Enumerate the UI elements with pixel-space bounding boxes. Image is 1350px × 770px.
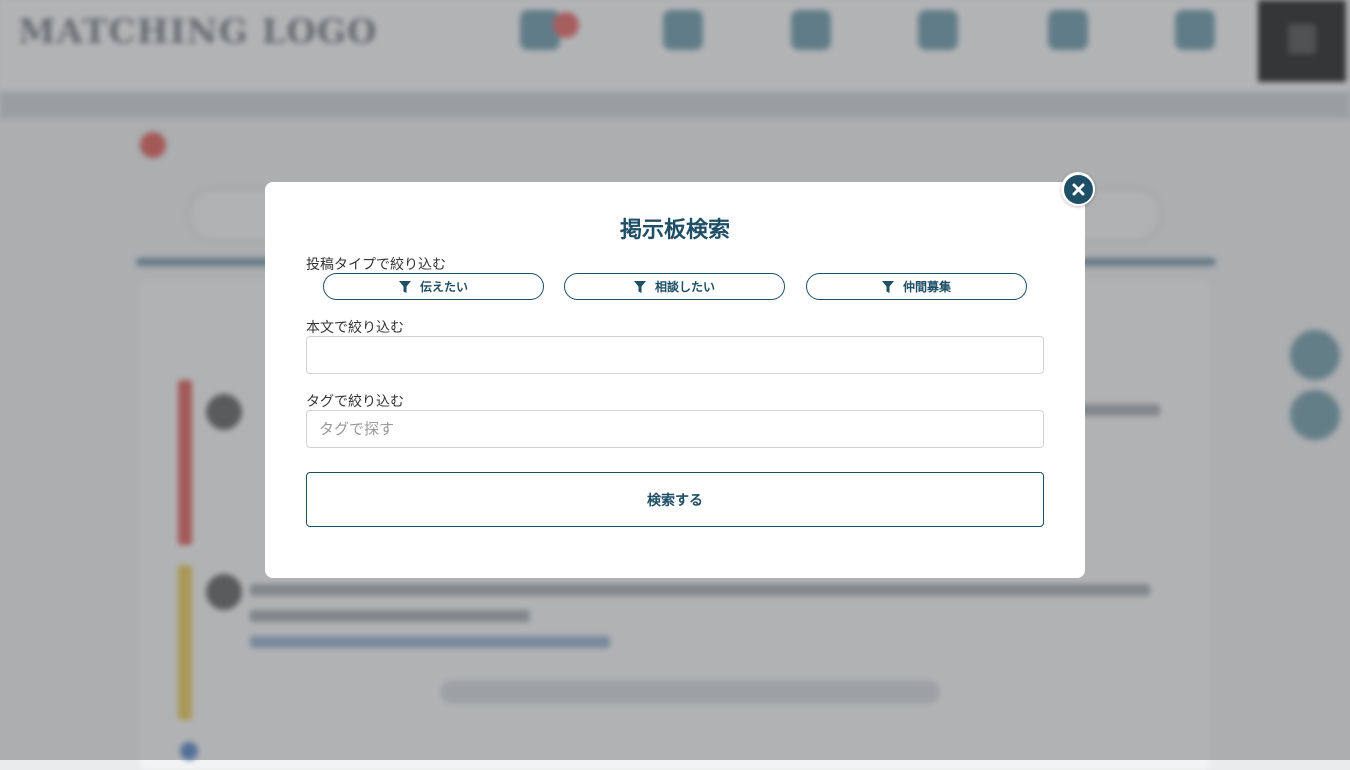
type-button-tell[interactable]: 伝えたい bbox=[323, 273, 544, 300]
body-filter-label: 本文で絞り込む bbox=[306, 320, 404, 336]
type-button-label: 伝えたい bbox=[419, 280, 468, 294]
filter-icon bbox=[398, 280, 411, 293]
type-button-consult[interactable]: 相談したい bbox=[564, 273, 785, 300]
tag-search-input[interactable] bbox=[306, 410, 1044, 448]
tag-filter-label: タグで絞り込む bbox=[306, 394, 404, 410]
body-search-input[interactable] bbox=[306, 336, 1044, 374]
close-x-glyph bbox=[1072, 183, 1084, 195]
type-button-label: 相談したい bbox=[654, 280, 715, 294]
board-search-modal: 掲示板検索 投稿タイプで絞り込む 伝えたい 相談したい 仲間募集 本文で絞り込む… bbox=[265, 182, 1085, 578]
filter-icon bbox=[881, 280, 894, 293]
type-button-recruit[interactable]: 仲間募集 bbox=[806, 273, 1027, 300]
close-circle-icon bbox=[1063, 174, 1093, 204]
type-button-label: 仲間募集 bbox=[902, 280, 951, 294]
search-button[interactable]: 検索する bbox=[306, 472, 1044, 527]
filter-icon bbox=[633, 280, 646, 293]
modal-title: 掲示板検索 bbox=[619, 218, 730, 243]
type-filter-group: 伝えたい 相談したい 仲間募集 bbox=[323, 273, 1027, 300]
type-filter-label: 投稿タイプで絞り込む bbox=[306, 257, 446, 273]
close-modal-button[interactable] bbox=[1061, 172, 1095, 206]
